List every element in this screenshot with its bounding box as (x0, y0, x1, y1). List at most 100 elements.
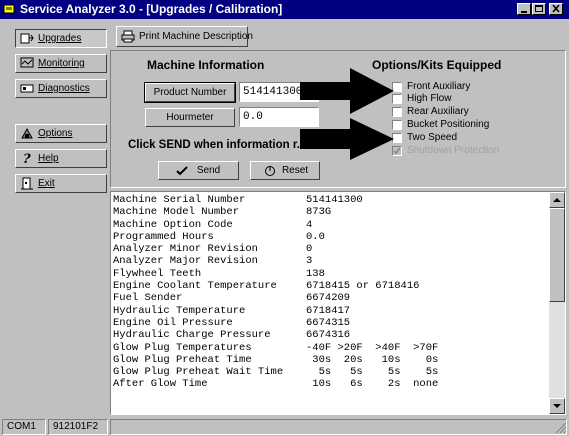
option-rear-auxiliary[interactable]: Rear Auxiliary (392, 106, 569, 118)
printer-icon (121, 30, 135, 43)
sidebar-item-label: Exit (38, 178, 55, 189)
monitoring-icon (20, 57, 34, 68)
output-row-label: Engine Oil Pressure (113, 316, 233, 329)
output-row-value: 6674315 (306, 316, 351, 329)
output-row-label: Programmed Hours (113, 230, 214, 243)
machine-description-output[interactable]: Machine Serial Number 514141300 Machine Mo… (110, 191, 566, 415)
reset-button[interactable]: Reset (250, 161, 320, 180)
machine-information-heading: Machine Information (147, 58, 265, 72)
output-row-label: Machine Model Number (113, 206, 240, 219)
output-row-value: 3 (306, 255, 313, 268)
output-row-value: 138 (306, 267, 325, 280)
arrow-up-icon (553, 198, 561, 202)
output-row-label: Glow Plug Temperatures (113, 341, 252, 354)
output-row-label: Fuel Sender (113, 292, 183, 305)
output-row-label: After Glow Time (113, 378, 208, 391)
title-bar: Service Analyzer 3.0 - [Upgrades / Calib… (0, 0, 569, 19)
sidebar-item-upgrades[interactable]: Upgrades (15, 29, 107, 48)
output-row-value: 6718417 (306, 304, 351, 317)
upgrades-icon (20, 33, 34, 44)
vertical-scrollbar[interactable] (549, 192, 565, 414)
sidebar-item-label: Options (38, 128, 73, 139)
option-two-speed[interactable]: Two Speed (392, 132, 569, 144)
close-button[interactable] (549, 3, 563, 15)
sidebar-item-help[interactable]: ? Help (15, 149, 107, 168)
send-label: Send (196, 165, 221, 176)
app-icon (3, 4, 15, 14)
sidebar-item-exit[interactable]: Exit (15, 174, 107, 193)
output-row-value: -40F >20F >40F >70F (306, 341, 439, 354)
output-row: Glow Plug Preheat Wait Time 5s 5s 5s 5s (113, 366, 545, 378)
status-port: COM1 (2, 419, 46, 435)
minimize-button[interactable] (517, 3, 531, 15)
output-row: After Glow Time 10s 6s 2s none (113, 378, 545, 390)
option-shutdown-protection: Shutdown Protection (392, 145, 569, 157)
output-row-label: Machine Serial Number (113, 194, 246, 206)
print-button-label: Print Machine Description (139, 31, 253, 42)
output-row: Machine Serial Number 514141300 (113, 194, 545, 206)
minimize-icon (521, 11, 527, 13)
output-row-value: 6674316 (306, 329, 351, 342)
sidebar-item-diagnostics[interactable]: Diagnostics (15, 79, 107, 98)
output-row: Hydraulic Charge Pressure 6674316 (113, 329, 545, 341)
svg-text:?: ? (23, 152, 31, 165)
output-row-label: Hydraulic Temperature (113, 304, 246, 317)
scroll-thumb[interactable] (549, 208, 565, 302)
output-row: Engine Oil Pressure 6674315 (113, 317, 545, 329)
status-bar: COM1 912101F2 (0, 417, 569, 436)
output-row: Machine Option Code 4 (113, 219, 545, 231)
output-row: Hydraulic Temperature 6718417 (113, 305, 545, 317)
window-title: Service Analyzer 3.0 - [Upgrades / Calib… (20, 2, 283, 16)
output-row-label: Glow Plug Preheat Wait Time (113, 366, 284, 379)
output-row: Fuel Sender 6674209 (113, 292, 545, 304)
option-high-flow[interactable]: High Flow (392, 93, 569, 105)
product-number-button[interactable]: Product Number (144, 82, 236, 103)
output-row: Flywheel Teeth 138 (113, 268, 545, 280)
scroll-down-button[interactable] (549, 398, 565, 414)
option-front-auxiliary[interactable]: Front Auxiliary (392, 81, 569, 93)
status-message (110, 419, 567, 435)
maximize-icon (535, 5, 543, 12)
hourmeter-button[interactable]: Hourmeter (145, 108, 235, 127)
sidebar-item-options[interactable]: Options (15, 124, 107, 143)
scroll-up-button[interactable] (549, 192, 565, 208)
options-icon (21, 127, 33, 139)
send-button[interactable]: Send (158, 161, 239, 180)
output-row-value: 30s 20s 10s 0s (306, 353, 439, 366)
output-row-value: 4 (306, 218, 313, 231)
output-row: Analyzer Major Revision 3 (113, 255, 545, 267)
send-prompt-text: Click SEND when information r... (128, 139, 307, 151)
maximize-button[interactable] (532, 3, 546, 15)
output-row: Analyzer Minor Revision 0 (113, 243, 545, 255)
sidebar-item-label: Upgrades (38, 33, 82, 44)
exit-icon (21, 177, 33, 190)
status-code: 912101F2 (48, 419, 108, 435)
help-icon: ? (23, 152, 31, 165)
output-row-label: Analyzer Minor Revision (113, 243, 258, 256)
diagnostics-icon (20, 84, 34, 93)
resize-grip-icon[interactable] (555, 422, 567, 434)
output-row-value: 6674209 (306, 292, 351, 305)
output-row-value: 0 (306, 243, 313, 256)
output-row-value: 10s 6s 2s none (306, 378, 439, 391)
output-row: Programmed Hours 0.0 (113, 231, 545, 243)
output-row-value: 0.0 (306, 230, 325, 243)
arrow-down-icon (553, 404, 561, 408)
product-number-label: Product Number (153, 87, 227, 98)
output-row-label: Glow Plug Preheat Time (113, 353, 252, 366)
output-row: Engine Coolant Temperature 6718415 or 671… (113, 280, 545, 292)
output-row-label: Machine Option Code (113, 218, 233, 231)
reset-label: Reset (281, 165, 309, 176)
print-machine-description-button[interactable]: Print Machine Description (116, 26, 253, 47)
sidebar-item-monitoring[interactable]: Monitoring (15, 54, 107, 73)
option-bucket-positioning[interactable]: Bucket Positioning (392, 119, 569, 131)
output-row-label: Hydraulic Charge Pressure (113, 329, 271, 342)
output-row: Glow Plug Preheat Time 30s 20s 10s 0s (113, 354, 545, 366)
output-row-value: 514141300 (306, 194, 363, 206)
sidebar-item-label: Help (38, 153, 59, 164)
output-row-value: 5s 5s 5s 5s (306, 366, 439, 379)
sidebar-item-label: Diagnostics (38, 83, 90, 94)
close-icon (552, 4, 560, 13)
output-lines: Machine Serial Number 514141300 Machine Mo… (113, 194, 545, 391)
output-row-label: Analyzer Major Revision (113, 255, 258, 268)
